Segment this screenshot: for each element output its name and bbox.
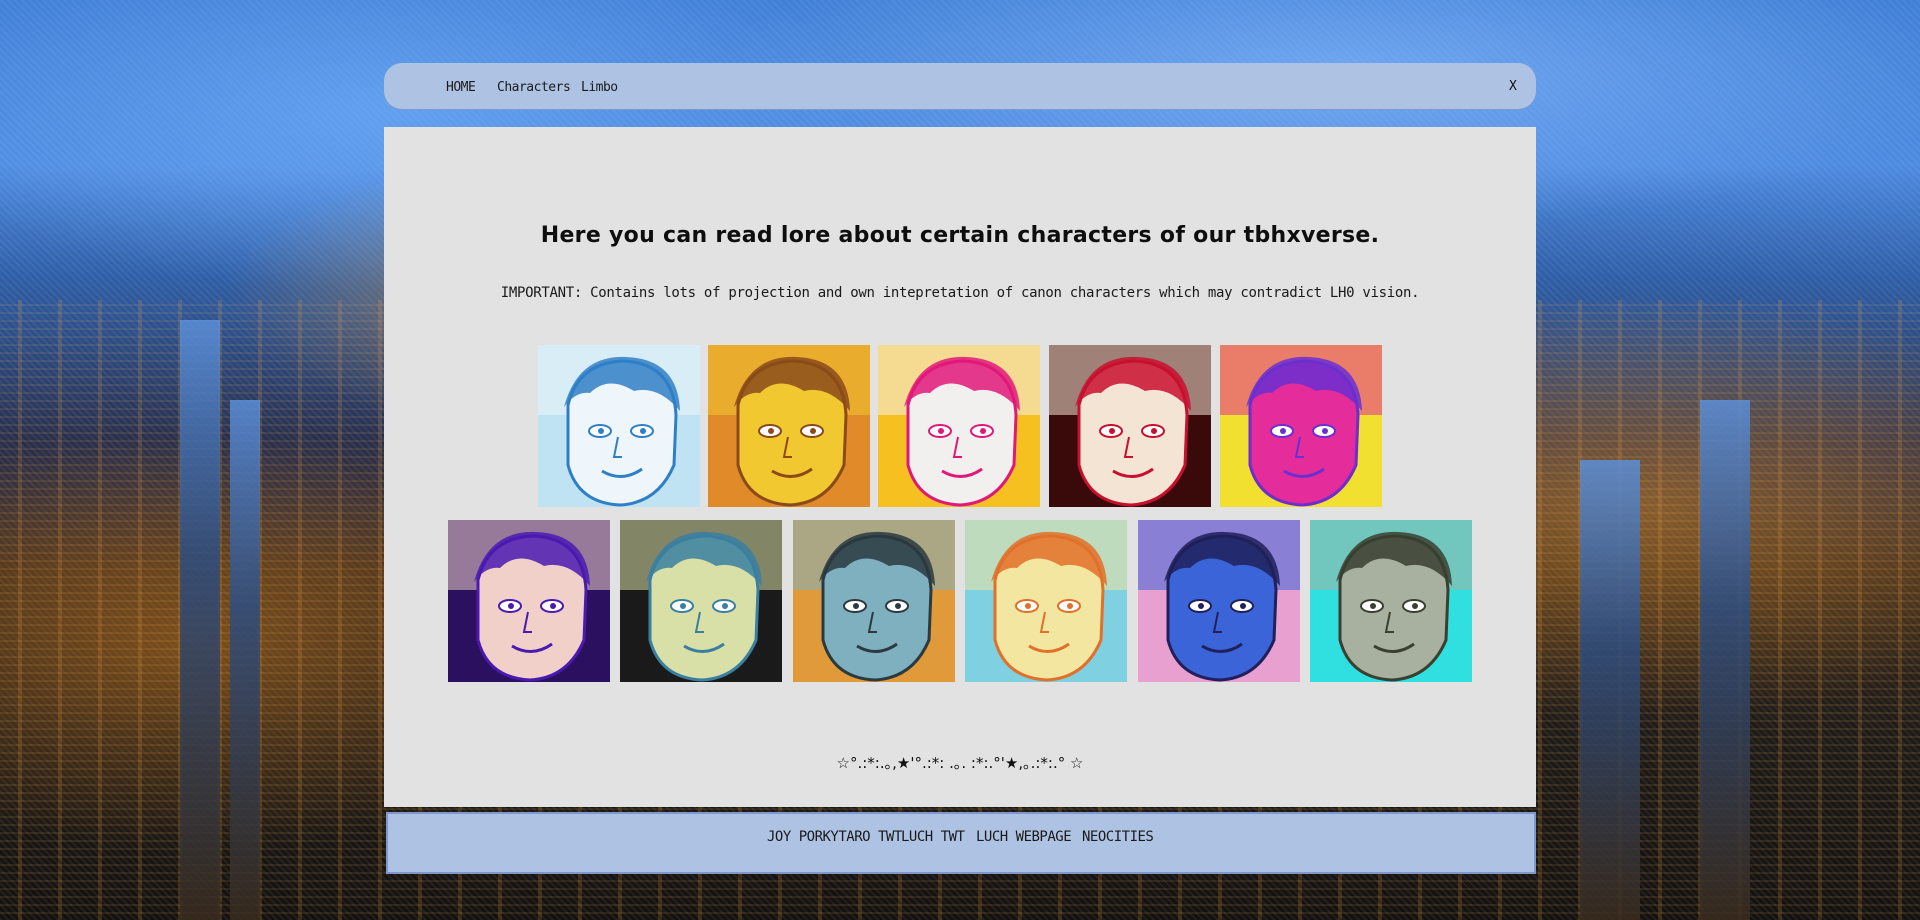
page-title: Here you can read lore about certain cha… [540, 223, 1380, 248]
top-navbar: HOME Characters Limbo X [384, 63, 1536, 109]
decorative-divider: ☆°.:*:.｡,★'°.:*: .｡. :*:.°'★,｡.:*:.° ☆ [836, 754, 1084, 772]
character-portrait[interactable] [620, 520, 782, 682]
character-portrait[interactable] [793, 520, 955, 682]
character-portrait[interactable] [538, 345, 700, 507]
character-portrait[interactable] [1138, 520, 1300, 682]
close-button[interactable]: X [1509, 79, 1517, 94]
character-portrait[interactable] [1049, 345, 1211, 507]
main-panel: Here you can read lore about certain cha… [384, 127, 1536, 807]
background-tower [1580, 460, 1640, 920]
nav-home[interactable]: HOME [446, 80, 476, 95]
footer-link-joy-porkytaro-twt[interactable]: JOY PORKYTARO TWT [767, 829, 902, 845]
character-portrait[interactable] [1220, 345, 1382, 507]
background-tower [1700, 400, 1750, 920]
footer-bar: JOY PORKYTARO TWT LUCH TWT LUCH WEBPAGE … [386, 812, 1536, 874]
character-portrait[interactable] [878, 345, 1040, 507]
character-portrait[interactable] [448, 520, 610, 682]
background-tower [180, 320, 220, 920]
background-tower [230, 400, 260, 920]
footer-link-luch-webpage[interactable]: LUCH WEBPAGE [976, 829, 1072, 845]
nav-characters[interactable]: Characters [497, 80, 571, 95]
character-portrait[interactable] [1310, 520, 1472, 682]
character-portrait[interactable] [965, 520, 1127, 682]
important-notice: IMPORTANT: Contains lots of projection a… [500, 285, 1420, 301]
character-portrait[interactable] [708, 345, 870, 507]
footer-link-neocities[interactable]: NEOCITIES [1082, 829, 1154, 845]
nav-limbo[interactable]: Limbo [581, 80, 618, 95]
footer-link-luch-twt[interactable]: LUCH TWT [901, 829, 965, 845]
